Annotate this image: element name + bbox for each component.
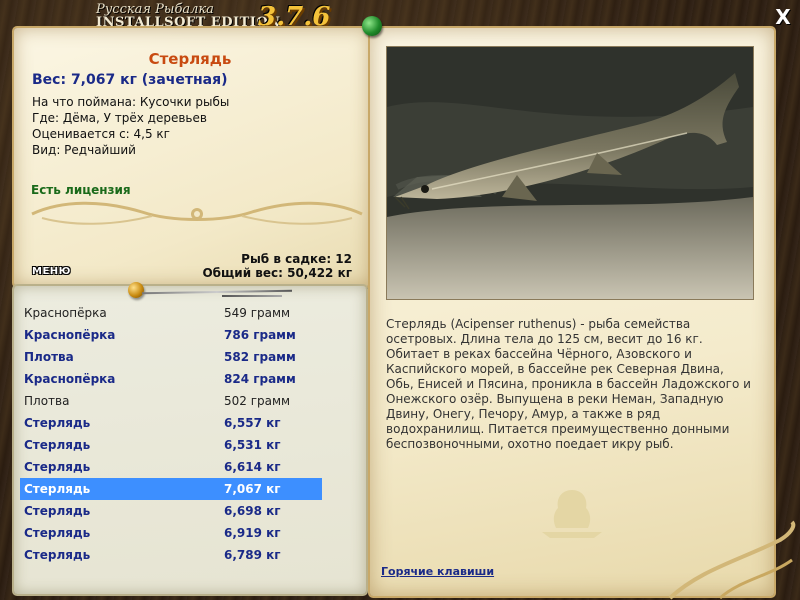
catch-list-row[interactable]: Стерлядь 6,789 кг <box>20 544 322 566</box>
yellow-pin-icon <box>128 282 144 298</box>
bait-info: На что поймана: Кусочки рыбы <box>32 95 230 109</box>
catch-fish-weight: 6,531 кг <box>224 438 281 452</box>
catch-fish-name: Краснопёрка <box>24 306 107 320</box>
catch-fish-name: Стерлядь <box>24 460 91 474</box>
catch-fish-weight: 6,789 кг <box>224 548 281 562</box>
license-status: Есть лицензия <box>31 183 131 197</box>
total-weight: Общий вес: 50,422 кг <box>202 266 352 280</box>
fish-photo <box>386 46 754 300</box>
catch-fish-name: Плотва <box>24 394 70 408</box>
green-pin-icon <box>362 16 382 36</box>
sterlet-image <box>387 47 753 299</box>
menu-button[interactable]: МЕНЮ <box>32 266 71 277</box>
catch-list-row[interactable]: Краснопёрка 549 грамм <box>20 302 322 324</box>
hotkeys-link[interactable]: Горячие клавиши <box>381 565 494 578</box>
catch-list-row[interactable]: Стерлядь 6,531 кг <box>20 434 322 456</box>
catch-list-row[interactable]: Краснопёрка 824 грамм <box>20 368 322 390</box>
fish-name: Стерлядь <box>148 50 232 68</box>
catch-fish-name: Краснопёрка <box>24 372 116 386</box>
fish-stamp-icon <box>542 490 602 538</box>
catch-list-row[interactable]: Плотва 502 грамм <box>20 390 322 412</box>
rarity-info: Вид: Редчайший <box>32 143 136 157</box>
catch-fish-weight: 502 грамм <box>224 394 291 408</box>
catch-fish-weight: 824 грамм <box>224 372 296 386</box>
catch-list-row[interactable]: Стерлядь 7,067 кг <box>20 478 322 500</box>
catch-fish-name: Плотва <box>24 350 74 364</box>
catch-fish-weight: 549 грамм <box>224 306 291 320</box>
fish-description: Стерлядь (Acipenser ruthenus) - рыба сем… <box>386 317 751 451</box>
catch-fish-name: Краснопёрка <box>24 328 116 342</box>
catch-fish-weight: 786 грамм <box>224 328 296 342</box>
keepnet-stats: Рыб в садке: 12 Общий вес: 50,422 кг <box>202 252 352 280</box>
catch-fish-name: Стерлядь <box>24 526 91 540</box>
catch-list-row[interactable]: Краснопёрка 786 грамм <box>20 324 322 346</box>
scroll-curl-icon <box>668 520 796 600</box>
catch-list-row[interactable]: Стерлядь 6,698 кг <box>20 500 322 522</box>
catch-fish-name: Стерлядь <box>24 504 91 518</box>
catch-fish-name: Стерлядь <box>24 482 91 496</box>
valuation-info: Оценивается с: 4,5 кг <box>32 127 170 141</box>
catch-fish-weight: 6,614 кг <box>224 460 281 474</box>
catch-fish-weight: 7,067 кг <box>224 482 281 496</box>
catch-list-row[interactable]: Плотва 582 грамм <box>20 346 322 368</box>
catch-list-row[interactable]: Стерлядь 6,919 кг <box>20 522 322 544</box>
ornament-divider-icon <box>31 201 363 225</box>
catch-fish-name: Стерлядь <box>24 548 91 562</box>
catch-fish-weight: 582 грамм <box>224 350 296 364</box>
close-button[interactable]: X <box>772 6 794 28</box>
fish-weight: Вес: 7,067 кг (зачетная) <box>32 72 228 88</box>
location-info: Где: Дёма, У трёх деревьев <box>32 111 207 125</box>
catch-list-row[interactable]: Стерлядь 6,614 кг <box>20 456 322 478</box>
catch-list-row[interactable]: Стерлядь 6,557 кг <box>20 412 322 434</box>
catch-fish-weight: 6,919 кг <box>224 526 281 540</box>
needle-icon <box>222 295 282 297</box>
catch-fish-name: Стерлядь <box>24 438 91 452</box>
catch-fish-name: Стерлядь <box>24 416 91 430</box>
fish-count: Рыб в садке: 12 <box>241 252 352 266</box>
catch-list: Краснопёрка 549 грамм Краснопёрка 786 грамм… <box>20 302 322 566</box>
catch-fish-weight: 6,698 кг <box>224 504 281 518</box>
catch-fish-weight: 6,557 кг <box>224 416 281 430</box>
